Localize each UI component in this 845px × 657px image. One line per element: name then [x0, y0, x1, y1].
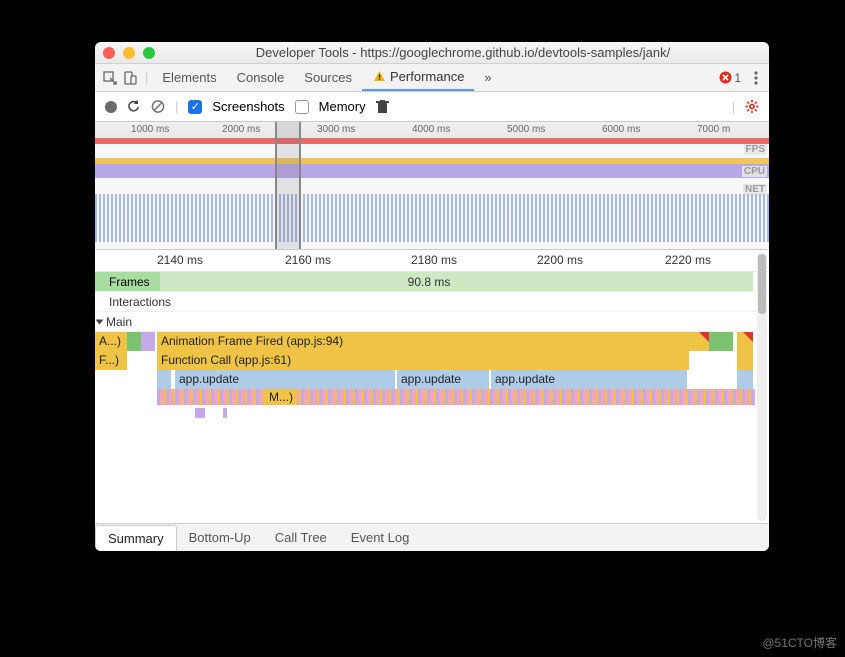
- flame-chart[interactable]: A...) Animation Frame Fired (app.js:94) …: [95, 332, 769, 462]
- detail-tick: 2140 ms: [157, 253, 203, 267]
- flame-event[interactable]: F...): [95, 351, 127, 370]
- overview-cpu-track: [95, 158, 769, 178]
- titlebar[interactable]: Developer Tools - https://googlechrome.g…: [95, 42, 769, 64]
- frames-bar[interactable]: 90.8 ms: [105, 272, 753, 291]
- inspect-icon[interactable]: [103, 71, 117, 85]
- tab-console[interactable]: Console: [227, 70, 295, 85]
- overview-tick: 3000 ms: [317, 124, 355, 135]
- tab-call-tree[interactable]: Call Tree: [263, 524, 339, 551]
- divider: |: [175, 99, 178, 114]
- detail-pane: 2140 ms 2160 ms 2180 ms 2200 ms 2220 ms …: [95, 250, 769, 523]
- reload-icon[interactable]: [127, 100, 141, 114]
- details-tabs: Summary Bottom-Up Call Tree Event Log: [95, 523, 769, 551]
- detail-tick: 2220 ms: [665, 253, 711, 267]
- trash-icon[interactable]: [376, 100, 390, 114]
- tabs-overflow-button[interactable]: »: [474, 70, 501, 85]
- flame-event[interactable]: A...): [95, 332, 127, 351]
- error-count[interactable]: 1: [734, 71, 741, 85]
- overview-tick: 7000 m: [697, 124, 730, 135]
- interactions-row[interactable]: Interactions: [95, 292, 769, 312]
- flame-event[interactable]: [709, 332, 733, 351]
- flame-event-function-call[interactable]: Function Call (app.js:61): [157, 351, 689, 370]
- zoom-window-button[interactable]: [143, 47, 155, 59]
- flame-event-app-update[interactable]: app.update: [175, 370, 395, 389]
- flame-event[interactable]: [737, 332, 753, 351]
- flame-stripes[interactable]: [157, 389, 755, 405]
- overview-ruler[interactable]: 1000 ms 2000 ms 3000 ms 4000 ms 5000 ms …: [95, 122, 769, 138]
- frames-label: Frames: [109, 275, 150, 289]
- flame-event[interactable]: [195, 408, 205, 418]
- minimize-window-button[interactable]: [123, 47, 135, 59]
- overview-tick: 1000 ms: [131, 124, 169, 135]
- collapse-triangle-icon[interactable]: [96, 319, 104, 324]
- overview-net-track: [95, 194, 769, 242]
- memory-label: Memory: [319, 99, 366, 114]
- divider: |: [145, 70, 148, 85]
- overview-tick: 2000 ms: [222, 124, 260, 135]
- flame-event[interactable]: M...): [265, 389, 297, 405]
- overview-tick: 6000 ms: [602, 124, 640, 135]
- watermark: @51CTO博客: [762, 634, 837, 651]
- tab-performance[interactable]: Performance: [362, 64, 474, 91]
- overview-tick: 5000 ms: [507, 124, 545, 135]
- detail-tick: 2200 ms: [537, 253, 583, 267]
- tab-performance-label: Performance: [390, 69, 464, 84]
- interactions-label: Interactions: [95, 295, 171, 309]
- performance-toolbar: | ✓ Screenshots Memory |: [95, 92, 769, 122]
- screenshots-checkbox[interactable]: ✓: [188, 100, 202, 114]
- settings-gear-icon[interactable]: [745, 100, 759, 114]
- detail-tick: 2180 ms: [411, 253, 457, 267]
- detail-tick: 2160 ms: [285, 253, 331, 267]
- flame-event[interactable]: [223, 408, 227, 418]
- flame-event[interactable]: [127, 332, 141, 351]
- close-window-button[interactable]: [103, 47, 115, 59]
- devtools-window: Developer Tools - https://googlechrome.g…: [95, 42, 769, 551]
- window-controls: [103, 47, 155, 59]
- flame-event[interactable]: [737, 351, 753, 370]
- overview-fps-label: FPS: [744, 144, 767, 155]
- flame-event[interactable]: [141, 332, 155, 351]
- main-label: Main: [106, 315, 132, 329]
- tab-event-log[interactable]: Event Log: [339, 524, 422, 551]
- vertical-scrollbar[interactable]: [757, 252, 767, 521]
- scrollbar-thumb[interactable]: [758, 254, 766, 314]
- panel-tabs: | Elements Console Sources Performance »…: [95, 64, 769, 92]
- warning-icon: [372, 70, 386, 84]
- device-icon[interactable]: [123, 71, 137, 85]
- overview-pane[interactable]: 1000 ms 2000 ms 3000 ms 4000 ms 5000 ms …: [95, 122, 769, 250]
- tab-elements[interactable]: Elements: [152, 70, 226, 85]
- flame-event-app-update[interactable]: app.update: [491, 370, 687, 389]
- tab-sources[interactable]: Sources: [294, 70, 362, 85]
- tab-bottom-up[interactable]: Bottom-Up: [177, 524, 263, 551]
- frames-row[interactable]: 90.8 ms Frames: [95, 272, 769, 292]
- error-icon[interactable]: [718, 71, 732, 85]
- window-title: Developer Tools - https://googlechrome.g…: [165, 45, 761, 60]
- main-track-header[interactable]: Main: [95, 312, 769, 332]
- flame-event-app-update[interactable]: app.update: [397, 370, 489, 389]
- flame-event-animation-frame[interactable]: Animation Frame Fired (app.js:94): [157, 332, 709, 351]
- overview-tick: 4000 ms: [412, 124, 450, 135]
- overview-fps-track: [95, 138, 769, 144]
- tab-summary[interactable]: Summary: [95, 525, 177, 552]
- overview-selection-handle[interactable]: [275, 122, 301, 249]
- memory-checkbox[interactable]: [295, 100, 309, 114]
- divider: |: [732, 99, 735, 114]
- kebab-menu-icon[interactable]: [749, 71, 763, 85]
- screenshots-label: Screenshots: [212, 99, 284, 114]
- flame-event[interactable]: [737, 370, 753, 389]
- record-button[interactable]: [105, 101, 117, 113]
- detail-ruler[interactable]: 2140 ms 2160 ms 2180 ms 2200 ms 2220 ms: [95, 250, 769, 272]
- flame-event[interactable]: [157, 370, 171, 389]
- overview-cpu-label: CPU: [742, 166, 767, 177]
- clear-icon[interactable]: [151, 100, 165, 114]
